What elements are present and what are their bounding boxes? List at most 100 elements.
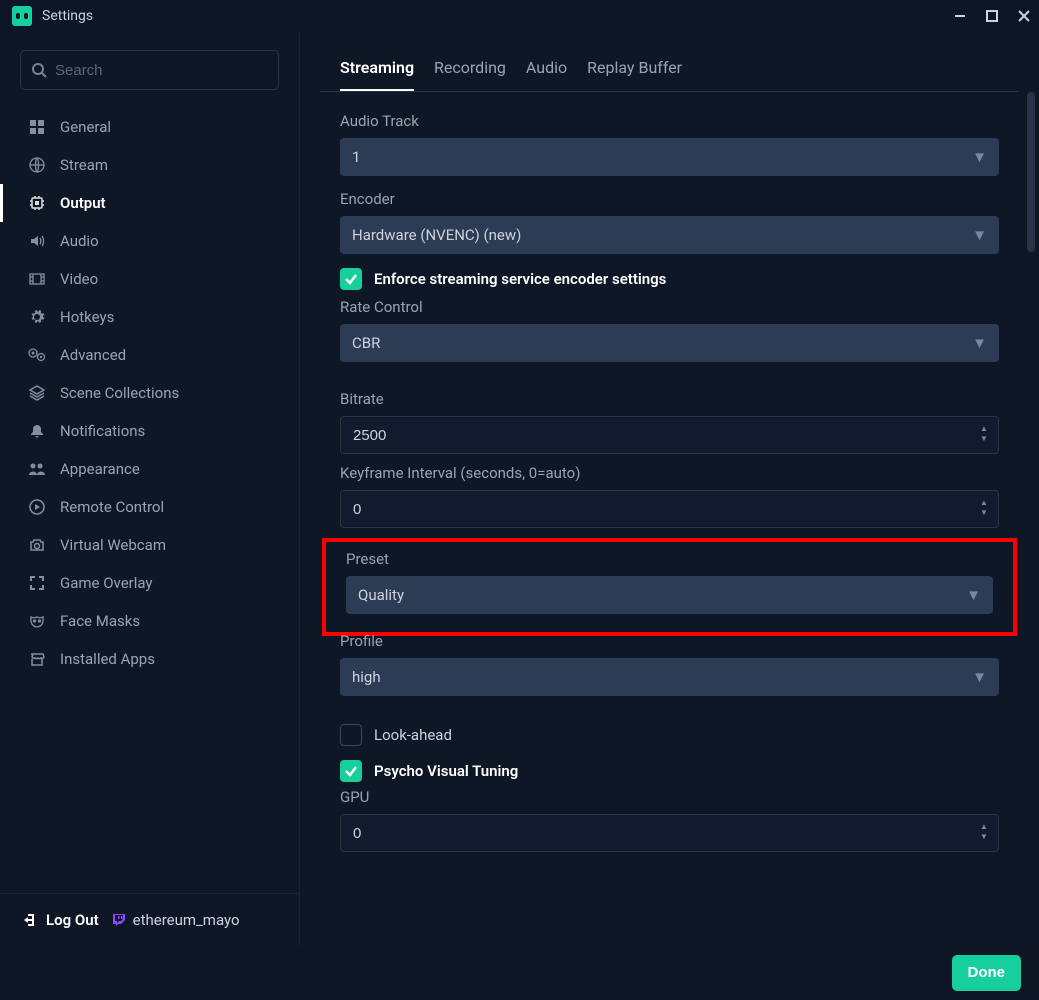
sidebar-item-advanced[interactable]: Advanced [0, 336, 299, 374]
sidebar-item-game-overlay[interactable]: Game Overlay [0, 564, 299, 602]
film-icon [26, 270, 48, 288]
chevron-down-icon: ▼ [966, 586, 981, 604]
expand-icon [26, 574, 48, 592]
sidebar-item-audio[interactable]: Audio [0, 222, 299, 260]
sidebar-item-stream[interactable]: Stream [0, 146, 299, 184]
profile-value: high [352, 668, 381, 686]
sidebar-item-label: Remote Control [60, 498, 164, 516]
sidebar-item-face-masks[interactable]: Face Masks [0, 602, 299, 640]
encoder-label: Encoder [340, 190, 999, 208]
audio-track-value: 1 [352, 148, 360, 166]
tab-replay-buffer[interactable]: Replay Buffer [587, 58, 682, 91]
search-input[interactable] [55, 62, 268, 79]
encoder-select[interactable]: Hardware (NVENC) (new) ▼ [340, 216, 999, 254]
chevron-down-icon: ▼ [972, 334, 987, 352]
logout-button[interactable]: Log Out [22, 911, 99, 929]
gpu-input[interactable]: ▲▼ [340, 814, 999, 852]
bell-icon [26, 422, 48, 440]
keyframe-label: Keyframe Interval (seconds, 0=auto) [340, 464, 999, 482]
sidebar-item-label: Audio [60, 232, 99, 250]
window-maximize-button[interactable] [985, 9, 999, 23]
grid-icon [26, 118, 48, 136]
mask-icon [26, 612, 48, 630]
keyframe-spinner[interactable]: ▲▼ [976, 491, 992, 527]
lookahead-label: Look-ahead [374, 726, 452, 744]
rate-control-value: CBR [352, 334, 380, 352]
audio-track-select[interactable]: 1 ▼ [340, 138, 999, 176]
gears-icon [26, 346, 48, 364]
sidebar-item-virtual-webcam[interactable]: Virtual Webcam [0, 526, 299, 564]
store-icon [26, 650, 48, 668]
app-logo-icon [12, 6, 32, 26]
sidebar-item-remote-control[interactable]: Remote Control [0, 488, 299, 526]
enforce-checkbox[interactable] [340, 268, 362, 290]
keyframe-value[interactable] [353, 501, 986, 518]
sidebar-item-hotkeys[interactable]: Hotkeys [0, 298, 299, 336]
gpu-value[interactable] [353, 825, 986, 842]
main-panel: Streaming Recording Audio Replay Buffer Aud… [300, 32, 1039, 945]
sidebar-item-scene-collections[interactable]: Scene Collections [0, 374, 299, 412]
sidebar-item-label: Output [60, 194, 106, 212]
window-minimize-button[interactable] [953, 9, 967, 23]
layers-icon [26, 384, 48, 402]
persons-icon [26, 460, 48, 478]
lookahead-checkbox[interactable] [340, 724, 362, 746]
sidebar-item-appearance[interactable]: Appearance [0, 450, 299, 488]
sidebar-item-label: Appearance [60, 460, 140, 478]
sidebar-item-notifications[interactable]: Notifications [0, 412, 299, 450]
tab-streaming[interactable]: Streaming [340, 58, 414, 91]
sidebar-item-label: Face Masks [60, 612, 140, 630]
sidebar-item-label: Stream [60, 156, 108, 174]
bitrate-spinner[interactable]: ▲▼ [976, 417, 992, 453]
sidebar-item-label: Hotkeys [60, 308, 114, 326]
tabs: Streaming Recording Audio Replay Buffer [320, 32, 1019, 92]
scrollbar[interactable] [1027, 92, 1035, 252]
preset-label: Preset [346, 550, 993, 568]
twitch-icon [111, 912, 127, 928]
keyframe-input[interactable]: ▲▼ [340, 490, 999, 528]
gpu-spinner[interactable]: ▲▼ [976, 815, 992, 851]
profile-label: Profile [340, 632, 999, 650]
done-button[interactable]: Done [952, 955, 1022, 991]
sidebar-item-label: Installed Apps [60, 650, 155, 668]
sidebar-item-label: Game Overlay [60, 574, 153, 592]
settings-form: Audio Track 1 ▼ Encoder Hardware (NVENC)… [300, 92, 1039, 945]
chip-icon [26, 194, 48, 212]
sidebar-item-output[interactable]: Output [0, 184, 299, 222]
chevron-down-icon: ▼ [972, 668, 987, 686]
preset-highlight-box: Preset Quality ▼ [322, 538, 1017, 636]
preset-value: Quality [358, 586, 404, 604]
rate-control-label: Rate Control [340, 298, 999, 316]
user-chip[interactable]: ethereum_mayo [111, 911, 240, 929]
camera-icon [26, 536, 48, 554]
titlebar: Settings [0, 0, 1039, 32]
sidebar-item-general[interactable]: General [0, 108, 299, 146]
window-title: Settings [42, 8, 93, 24]
profile-select[interactable]: high ▼ [340, 658, 999, 696]
bitrate-value[interactable] [353, 427, 986, 444]
chevron-down-icon: ▼ [972, 148, 987, 166]
rate-control-select[interactable]: CBR ▼ [340, 324, 999, 362]
window-close-button[interactable] [1017, 9, 1031, 23]
globe-icon [26, 156, 48, 174]
tab-audio[interactable]: Audio [526, 58, 567, 91]
footer: Done [0, 945, 1039, 1000]
psycho-label: Psycho Visual Tuning [374, 762, 518, 780]
sidebar-item-label: Video [60, 270, 98, 288]
volume-icon [26, 232, 48, 250]
bitrate-input[interactable]: ▲▼ [340, 416, 999, 454]
sidebar-nav: General Stream Output Audio Video Hotkeys Adva… [0, 108, 299, 893]
sidebar-item-video[interactable]: Video [0, 260, 299, 298]
psycho-checkbox[interactable] [340, 760, 362, 782]
sidebar-item-installed-apps[interactable]: Installed Apps [0, 640, 299, 678]
enforce-label: Enforce streaming service encoder settin… [374, 270, 666, 288]
preset-select[interactable]: Quality ▼ [346, 576, 993, 614]
search-icon [31, 62, 47, 78]
gpu-label: GPU [340, 788, 999, 806]
sidebar-item-label: Virtual Webcam [60, 536, 166, 554]
search-box[interactable] [20, 50, 279, 90]
logout-icon [22, 912, 38, 928]
tab-recording[interactable]: Recording [434, 58, 506, 91]
logout-label: Log Out [46, 911, 99, 929]
sidebar-item-label: Notifications [60, 422, 145, 440]
